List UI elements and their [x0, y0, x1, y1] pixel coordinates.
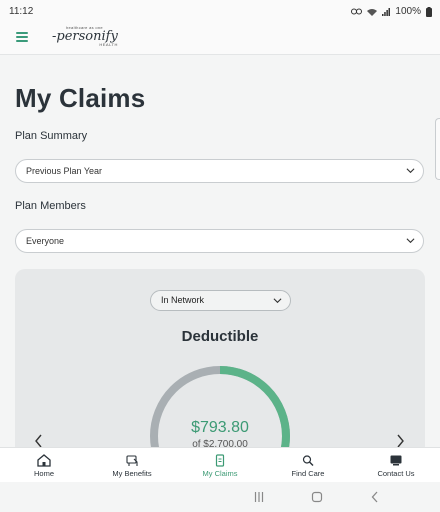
network-value: In Network — [161, 295, 205, 305]
system-nav-bar — [0, 482, 440, 512]
contact-icon — [390, 455, 402, 466]
menu-icon[interactable] — [16, 32, 28, 42]
chevron-down-icon — [406, 168, 415, 174]
claims-icon — [215, 454, 225, 467]
plan-members-select[interactable]: Everyone — [15, 229, 424, 253]
signal-icon — [382, 7, 391, 16]
scroll-handle[interactable] — [435, 118, 440, 180]
chevron-down-icon — [273, 298, 282, 304]
nav-my-benefits-label: My Benefits — [112, 469, 152, 478]
deductible-amount: $793.80 — [191, 419, 249, 436]
nav-my-claims-label: My Claims — [202, 469, 238, 478]
home-button-icon[interactable] — [311, 491, 323, 503]
bottom-nav: Home My Benefits My Claims Find Care Con… — [0, 447, 440, 483]
nav-my-claims[interactable]: My Claims — [176, 448, 264, 483]
plan-members-value: Everyone — [26, 236, 65, 246]
plan-members-label: Plan Members — [15, 200, 86, 212]
deductible-card: In Network Deductible $793.80 of $2,700.… — [15, 269, 425, 506]
wifi-icon — [367, 8, 378, 16]
nav-my-benefits[interactable]: My Benefits — [88, 448, 176, 483]
plan-summary-select[interactable]: Previous Plan Year — [15, 159, 424, 183]
card-title: Deductible — [181, 328, 259, 345]
chevron-down-icon — [406, 238, 415, 244]
status-time: 11:12 — [9, 6, 34, 17]
link-icon — [351, 8, 363, 15]
chevron-right-icon[interactable] — [395, 434, 405, 448]
plan-summary-value: Previous Plan Year — [26, 166, 103, 176]
find-care-icon — [302, 455, 314, 466]
nav-home[interactable]: Home — [0, 448, 88, 483]
nav-find-care[interactable]: Find Care — [264, 448, 352, 483]
status-bar: 11:12 100% — [0, 0, 440, 24]
benefits-icon — [126, 455, 138, 466]
nav-contact-us[interactable]: Contact Us — [352, 448, 440, 483]
status-icons: 100% — [351, 6, 432, 17]
plan-summary-label: Plan Summary — [15, 130, 88, 142]
page-title: My Claims — [15, 83, 146, 113]
chevron-left-icon[interactable] — [34, 434, 44, 448]
recent-apps-icon[interactable] — [254, 491, 264, 503]
nav-home-label: Home — [33, 469, 54, 478]
battery-text: 100% — [395, 6, 421, 17]
app-header: healthcare as one -personify HEALTH — [0, 24, 440, 55]
back-icon[interactable] — [371, 491, 379, 503]
battery-icon — [426, 6, 432, 17]
home-icon — [37, 454, 51, 467]
nav-find-care-label: Find Care — [291, 469, 325, 478]
nav-contact-us-label: Contact Us — [377, 469, 415, 478]
network-select[interactable]: In Network — [150, 290, 291, 311]
personify-logo: healthcare as one -personify HEALTH — [52, 25, 118, 47]
